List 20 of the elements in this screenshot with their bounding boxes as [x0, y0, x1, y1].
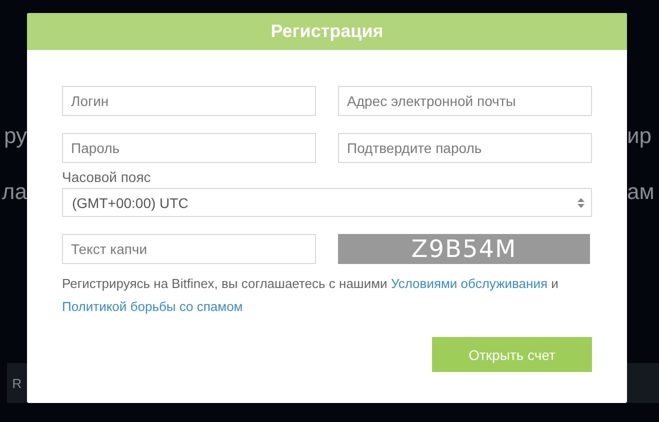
background-bar: R — [7, 363, 27, 403]
timezone-select[interactable]: (GMT+00:00) UTC — [62, 188, 592, 217]
dialog-title: Регистрация — [27, 13, 627, 50]
submit-button[interactable]: Открыть счет — [432, 337, 592, 372]
sort-arrows-icon — [577, 196, 585, 208]
background-text: ир — [627, 122, 653, 150]
input-field[interactable]: Логин — [62, 86, 316, 116]
background-bar — [627, 363, 659, 403]
input-field[interactable]: Подтвердите пароль — [338, 133, 592, 163]
background-text: ам — [627, 178, 654, 206]
background-text: ру — [4, 122, 27, 150]
field-label: Часовой пояс — [62, 169, 152, 185]
terms-link[interactable]: Условиями обслуживания — [390, 276, 548, 291]
input-field[interactable]: Текст капчи — [62, 234, 316, 264]
input-field[interactable]: Пароль — [62, 133, 316, 163]
input-field[interactable]: Адрес электронной почты — [338, 86, 592, 116]
background-text: ла — [2, 178, 27, 206]
spam-policy-link[interactable]: Политикой борьбы со спамом — [62, 299, 243, 314]
terms-text: Регистрируясь на Bitfinex, вы соглашаетесь с нашими Условиями обслуживания и Политикой борьбы со спамом — [62, 275, 560, 316]
captcha-image: Z9B54M — [338, 234, 590, 264]
